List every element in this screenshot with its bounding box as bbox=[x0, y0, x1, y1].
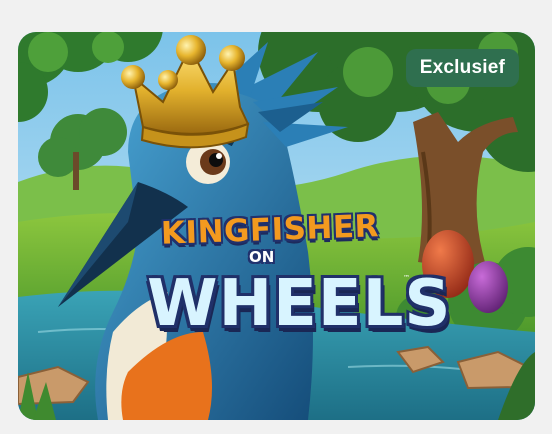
game-logo: KINGFISHER ON WHEELS ™ bbox=[147, 208, 450, 362]
exclusive-badge: Exclusief bbox=[405, 49, 519, 87]
game-card[interactable]: KINGFISHER ON WHEELS ™ Exclusief bbox=[18, 32, 535, 420]
logo-title-line-1: KINGFISHER bbox=[160, 208, 380, 252]
logo-trademark: ™ bbox=[403, 274, 410, 282]
logo-title-line-2: ON bbox=[249, 248, 275, 266]
